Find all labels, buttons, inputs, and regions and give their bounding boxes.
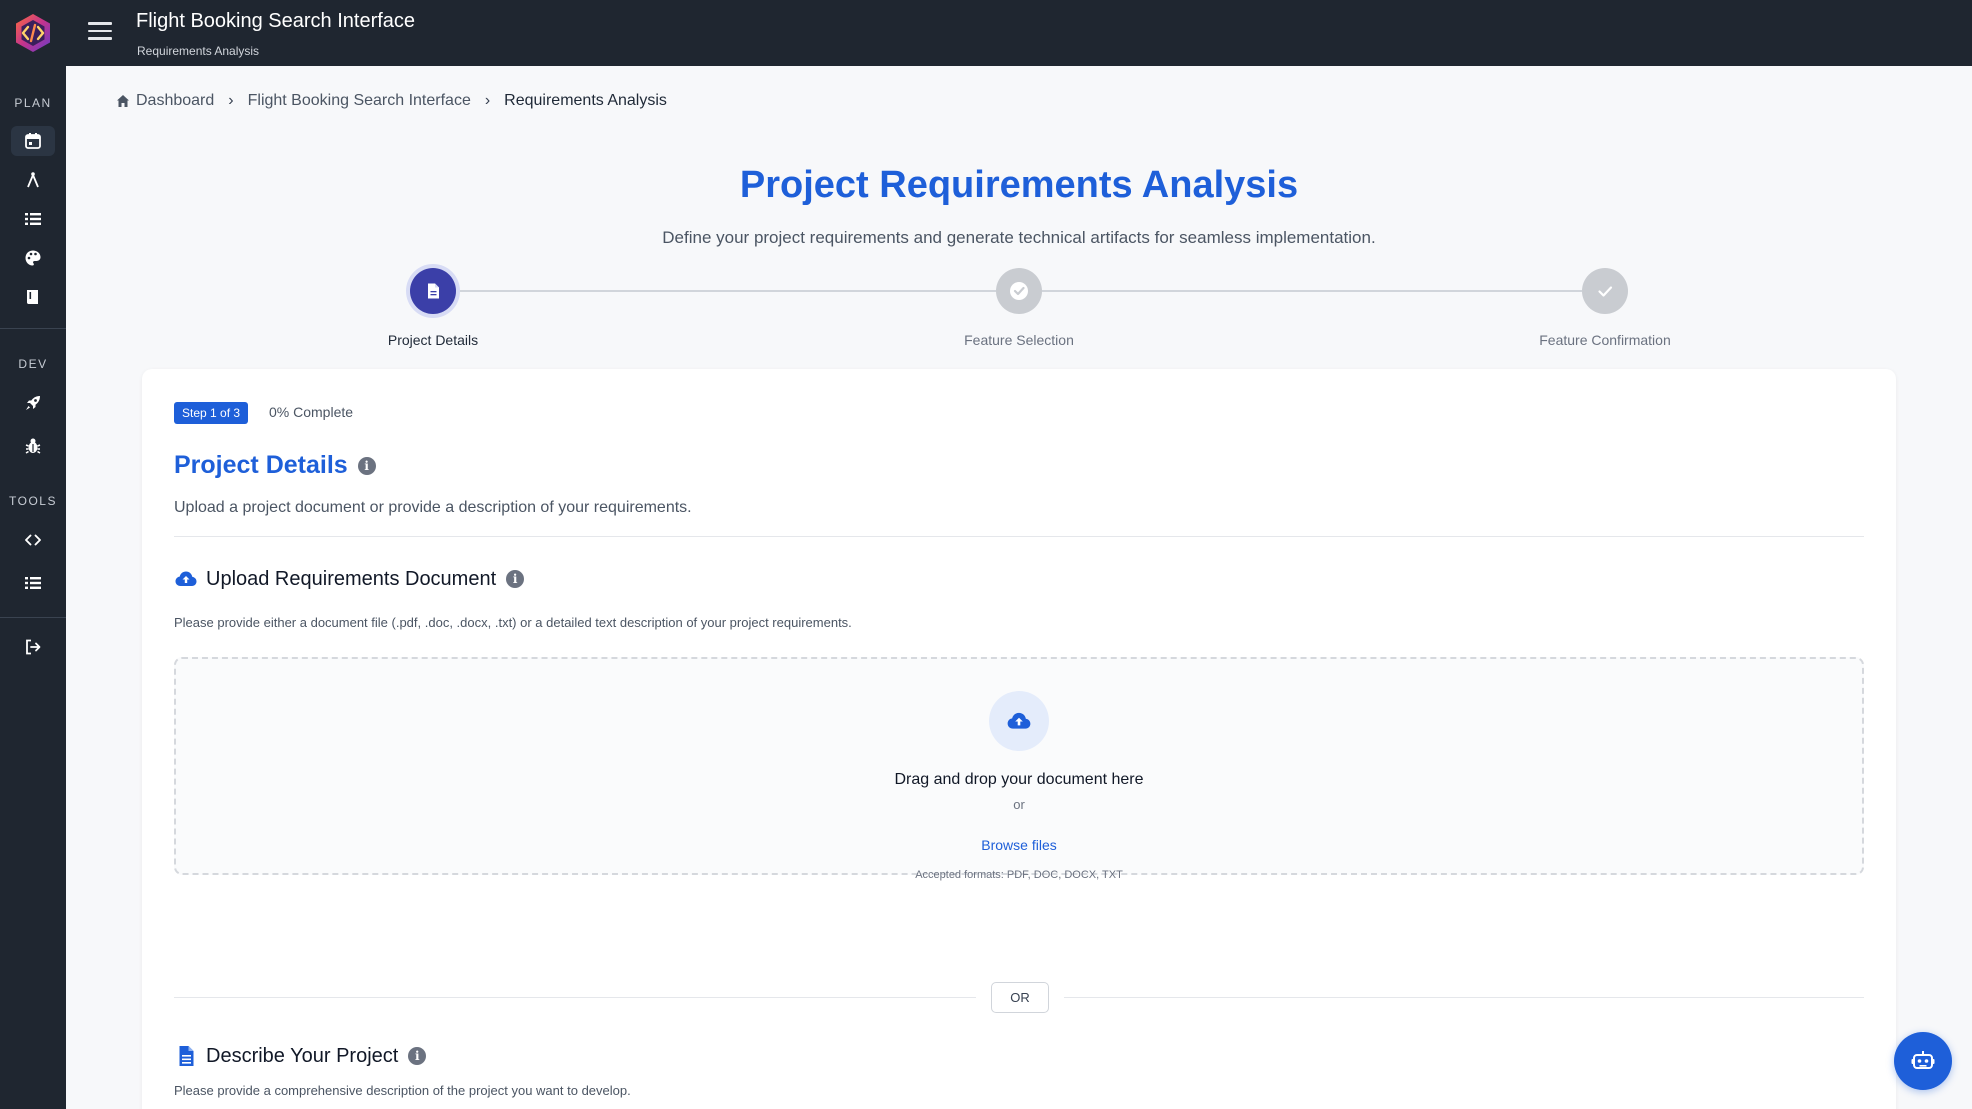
app-title: Flight Booking Search Interface xyxy=(136,10,416,32)
sidebar-item-code[interactable] xyxy=(11,525,55,555)
list-icon xyxy=(25,213,41,225)
cloud-upload-icon xyxy=(1007,712,1031,729)
stepper-connector xyxy=(1042,290,1582,292)
breadcrumb-dashboard[interactable]: Dashboard xyxy=(136,92,214,110)
section-title: Project Details i xyxy=(174,451,376,480)
stepper-connector xyxy=(456,290,996,292)
breadcrumb-current: Requirements Analysis xyxy=(504,92,667,109)
breadcrumb: Dashboard › Flight Booking Search Interf… xyxy=(116,92,667,110)
sidebar-item-logout[interactable] xyxy=(11,632,55,662)
info-icon[interactable]: i xyxy=(408,1047,427,1065)
document-icon xyxy=(428,283,439,299)
app-logo-icon[interactable] xyxy=(12,12,54,54)
upload-title-text: Upload Requirements Document xyxy=(206,567,497,590)
page-subtitle: Define your project requirements and gen… xyxy=(662,228,1376,247)
section-title-text: Project Details xyxy=(174,451,348,479)
or-divider-label: OR xyxy=(991,982,1049,1013)
bug-icon xyxy=(25,438,41,454)
file-dropzone[interactable]: Drag and drop your document here or Brow… xyxy=(174,657,1864,881)
info-icon[interactable]: i xyxy=(506,570,525,588)
sidebar-section-plan: PLAN xyxy=(14,96,52,110)
info-icon[interactable]: i xyxy=(357,456,376,475)
or-divider-line xyxy=(174,997,976,998)
code-icon xyxy=(25,534,41,546)
compass-icon xyxy=(27,172,39,188)
step-feature-selection[interactable] xyxy=(996,268,1042,314)
describe-description: Please provide a comprehensive descripti… xyxy=(174,1083,631,1098)
describe-title-text: Describe Your Project xyxy=(206,1044,399,1067)
sidebar-item-deploy[interactable] xyxy=(11,388,55,418)
check-circle-icon xyxy=(1010,282,1028,300)
sidebar-item-list[interactable] xyxy=(11,204,55,234)
document-icon xyxy=(179,1046,194,1066)
calendar-icon xyxy=(25,133,41,149)
sidebar-item-palette[interactable] xyxy=(11,243,55,273)
chevron-right-icon: › xyxy=(228,92,234,109)
sidebar-item-tasks[interactable] xyxy=(11,568,55,598)
progress-text: 0% Complete xyxy=(269,404,354,420)
logout-icon xyxy=(26,639,41,655)
sidebar: PLAN DEV TOOLS xyxy=(0,66,66,1109)
sidebar-section-tools: TOOLS xyxy=(9,494,57,508)
sidebar-section-dev: DEV xyxy=(18,357,48,371)
cloud-upload-icon xyxy=(175,571,197,586)
sidebar-divider xyxy=(0,617,66,618)
top-bar: Flight Booking Search Interface Requirem… xyxy=(0,0,1972,66)
dropzone-title: Drag and drop your document here xyxy=(894,771,1144,788)
chevron-right-icon: › xyxy=(484,92,491,109)
list-icon xyxy=(25,577,41,589)
accepted-formats: Accepted formats: PDF, DOC, DOCX, TXT xyxy=(915,869,1123,881)
or-divider-line xyxy=(1064,997,1864,998)
rocket-icon xyxy=(26,396,40,410)
step-feature-confirmation[interactable] xyxy=(1582,268,1628,314)
sidebar-divider xyxy=(0,328,66,329)
home-icon xyxy=(117,95,129,107)
book-icon xyxy=(27,290,38,304)
step-badge: Step 1 of 3 xyxy=(174,402,249,424)
upload-description: Please provide either a document file (.… xyxy=(174,615,852,630)
step-project-details[interactable] xyxy=(410,268,456,314)
sidebar-item-compass[interactable] xyxy=(11,165,55,195)
upload-section-title: Upload Requirements Document i xyxy=(174,567,525,591)
sidebar-item-calendar[interactable] xyxy=(11,126,55,156)
page-title: Project Requirements Analysis xyxy=(739,164,1299,206)
browse-files-link-wrap: Browse files xyxy=(176,837,1862,853)
section-description: Upload a project document or provide a d… xyxy=(174,499,692,516)
dropzone-or: or xyxy=(1013,797,1025,812)
palette-icon xyxy=(25,250,41,266)
divider xyxy=(174,536,1864,537)
sidebar-item-book[interactable] xyxy=(11,282,55,312)
robot-icon xyxy=(1911,1051,1935,1069)
app-subtitle: Requirements Analysis xyxy=(137,44,260,58)
assistant-chat-button[interactable] xyxy=(1894,1032,1952,1090)
project-details-card: Step 1 of 3 0% Complete Project Details … xyxy=(142,369,1896,1109)
browse-files-link[interactable]: Browse files xyxy=(981,837,1056,853)
sidebar-item-debug[interactable] xyxy=(11,431,55,461)
menu-toggle-button[interactable] xyxy=(88,22,112,42)
check-icon xyxy=(1598,286,1613,297)
step-label: Feature Selection xyxy=(964,332,1074,348)
step-label: Project Details xyxy=(387,332,479,348)
step-label: Feature Confirmation xyxy=(1539,332,1671,348)
describe-section-title: Describe Your Project i xyxy=(174,1044,427,1068)
dropzone-icon-circle xyxy=(989,691,1049,751)
breadcrumb-project[interactable]: Flight Booking Search Interface xyxy=(248,92,471,110)
